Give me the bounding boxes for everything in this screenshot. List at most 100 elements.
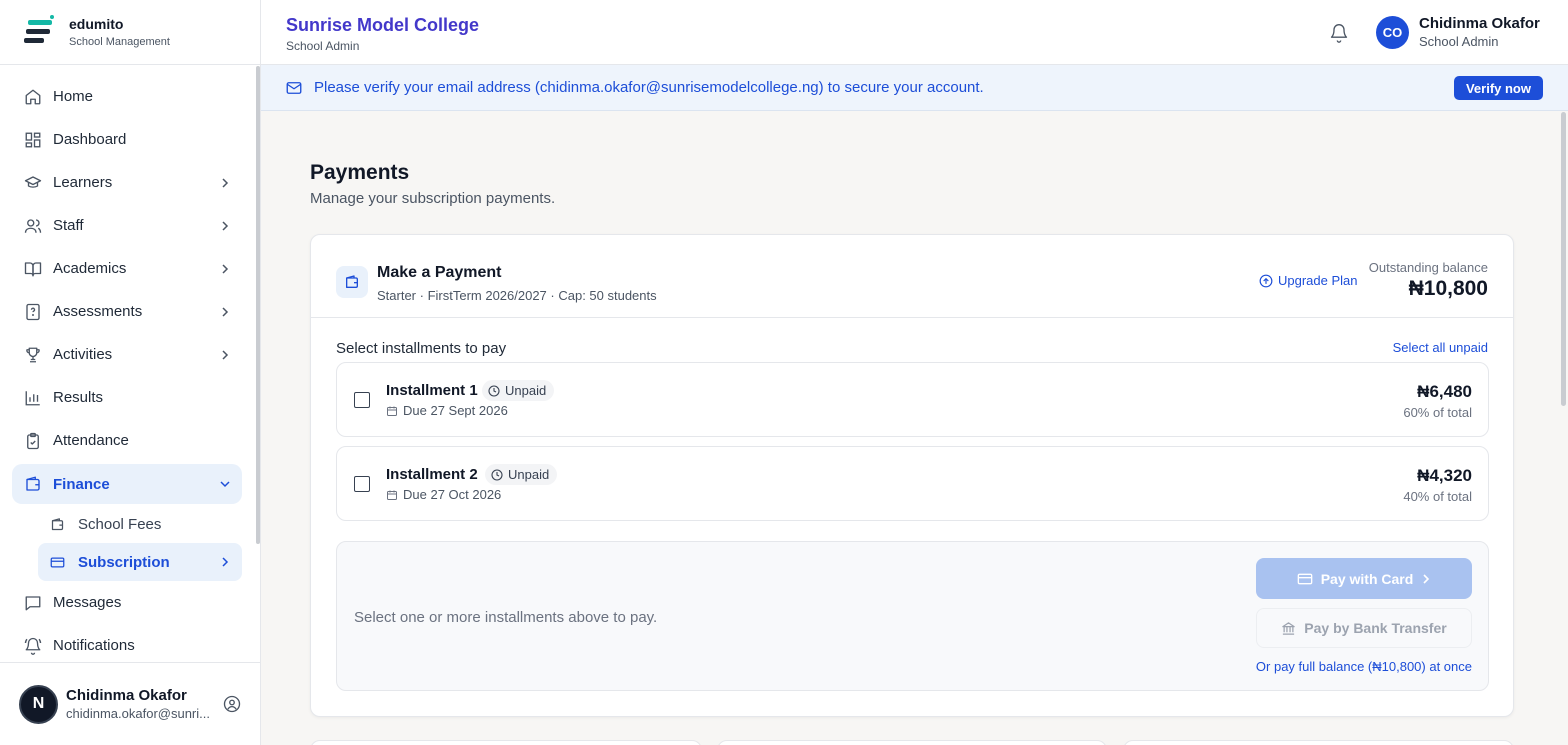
- pay-full-balance-link[interactable]: Or pay full balance (₦10,800) at once: [1256, 659, 1472, 674]
- sidebar-user-profile[interactable]: N Chidinma Okafor chidinma.okafor@sunri.…: [0, 662, 260, 745]
- sidebar-subitem-subscription[interactable]: Subscription: [38, 543, 242, 581]
- sidebar-item-label: Results: [53, 389, 104, 406]
- pay-with-card-label: Pay with Card: [1320, 570, 1414, 587]
- sidebar-subitem-school-fees[interactable]: School Fees: [38, 505, 242, 543]
- sidebar-item-notifications[interactable]: Notifications: [0, 624, 260, 667]
- chevron-right-icon: [222, 306, 229, 317]
- sidebar-nav: Home Dashboard Learners Staff Academics …: [0, 65, 260, 667]
- installment-checkbox[interactable]: [354, 392, 370, 408]
- sidebar-subitem-label: School Fees: [78, 515, 162, 533]
- sidebar-item-messages[interactable]: Messages: [0, 581, 260, 624]
- card-header: Make a Payment Starter · FirstTerm 2026/…: [311, 235, 1513, 318]
- chevron-right-icon: [1423, 573, 1430, 584]
- installment-checkbox[interactable]: [354, 476, 370, 492]
- main-scrollbar[interactable]: [1561, 112, 1566, 406]
- brand-subtitle: School Management: [69, 36, 170, 48]
- sidebar-item-label: Home: [53, 88, 94, 105]
- sidebar-item-activities[interactable]: Activities: [0, 333, 260, 376]
- mail-icon: [286, 81, 302, 94]
- installment-row[interactable]: Installment 2 Unpaid Due 27 Oct 2026 ₦4,…: [336, 446, 1489, 521]
- message-square-icon: [24, 594, 42, 612]
- chevron-right-icon: [222, 263, 229, 274]
- verify-now-button[interactable]: Verify now: [1453, 76, 1543, 100]
- status-badge: Unpaid: [485, 464, 558, 485]
- calendar-icon: [387, 406, 397, 416]
- wallet-icon: [336, 266, 368, 298]
- chevron-down-icon: [220, 481, 230, 488]
- page-subtitle: Manage your subscription payments.: [310, 190, 556, 207]
- chevron-right-icon: [222, 349, 229, 360]
- sidebar-item-staff[interactable]: Staff: [0, 204, 260, 247]
- home-icon: [24, 88, 42, 106]
- bell-ring-icon: [24, 637, 42, 655]
- users-icon: [24, 217, 42, 235]
- sidebar-item-label: Notifications: [53, 637, 135, 654]
- trophy-icon: [24, 346, 42, 364]
- brand[interactable]: edumito School Management: [0, 0, 260, 65]
- wallet-icon: [24, 475, 42, 493]
- avatar[interactable]: CO: [1376, 16, 1409, 49]
- file-question-icon: [24, 303, 42, 321]
- payment-actions-panel: Select one or more installments above to…: [336, 541, 1489, 691]
- pay-by-bank-transfer-button[interactable]: Pay by Bank Transfer: [1256, 608, 1472, 648]
- header-user-name: Chidinma Okafor: [1419, 15, 1540, 32]
- summary-card: [310, 740, 702, 745]
- sidebar-item-label: Messages: [53, 594, 122, 611]
- summary-card: [717, 740, 1107, 745]
- installment-amount: ₦4,320: [1417, 466, 1472, 485]
- verify-email-banner: Please verify your email address (chidin…: [261, 65, 1568, 111]
- sidebar-item-home[interactable]: Home: [0, 75, 260, 118]
- plan-summary: Starter · FirstTerm 2026/2027 · Cap: 50 …: [377, 288, 657, 303]
- card-title: Make a Payment: [377, 264, 502, 281]
- banner-text: Please verify your email address (chidin…: [314, 79, 984, 96]
- upgrade-plan-link[interactable]: Upgrade Plan: [1259, 273, 1358, 288]
- sidebar-item-assessments[interactable]: Assessments: [0, 290, 260, 333]
- sidebar-item-academics[interactable]: Academics: [0, 247, 260, 290]
- sidebar-item-finance[interactable]: Finance: [12, 464, 242, 504]
- page-title: Payments: [310, 161, 410, 184]
- select-installments-label: Select installments to pay: [336, 340, 507, 357]
- top-header: Sunrise Model College School Admin CO Ch…: [261, 0, 1568, 65]
- clipboard-check-icon: [24, 432, 42, 450]
- chevron-right-icon: [222, 557, 229, 567]
- pay-hint: Select one or more installments above to…: [354, 609, 658, 626]
- user-circle-icon[interactable]: [223, 695, 241, 713]
- sidebar-item-label: Assessments: [53, 303, 143, 320]
- credit-card-icon: [50, 554, 66, 570]
- sidebar-item-label: Activities: [53, 346, 113, 363]
- bar-chart-icon: [24, 389, 42, 407]
- sidebar: edumito School Management Home Dashboard…: [0, 0, 261, 745]
- header-user[interactable]: Chidinma Okafor School Admin: [1419, 15, 1540, 49]
- installment-due-date: Due 27 Sept 2026: [403, 403, 508, 418]
- sidebar-subitem-label: Subscription: [78, 553, 170, 571]
- installment-name: Installment 1: [386, 382, 478, 399]
- pay-by-bank-transfer-label: Pay by Bank Transfer: [1304, 620, 1447, 636]
- sidebar-item-label: Dashboard: [53, 131, 127, 148]
- dashboard-icon: [24, 131, 42, 149]
- credit-card-icon: [1297, 573, 1313, 584]
- status-badge-label: Unpaid: [508, 467, 550, 482]
- sidebar-item-label: Staff: [53, 217, 84, 234]
- sidebar-item-results[interactable]: Results: [0, 376, 260, 419]
- bell-icon[interactable]: [1329, 23, 1349, 43]
- sidebar-user-email: chidinma.okafor@sunri...: [66, 706, 210, 721]
- chevron-right-icon: [222, 220, 229, 231]
- installment-due: Due 27 Oct 2026: [386, 487, 501, 502]
- select-all-unpaid-link[interactable]: Select all unpaid: [1393, 340, 1488, 355]
- installment-percent: 40% of total: [1403, 489, 1472, 504]
- sidebar-item-dashboard[interactable]: Dashboard: [0, 118, 260, 161]
- book-open-icon: [24, 260, 42, 278]
- chevron-right-icon: [222, 177, 229, 188]
- installment-due: Due 27 Sept 2026: [386, 403, 508, 418]
- sidebar-scrollbar[interactable]: [256, 66, 260, 544]
- pay-with-card-button[interactable]: Pay with Card: [1256, 558, 1472, 599]
- installment-name: Installment 2: [386, 466, 478, 483]
- installment-row[interactable]: Installment 1 Unpaid Due 27 Sept 2026 ₦6…: [336, 362, 1489, 437]
- sidebar-item-learners[interactable]: Learners: [0, 161, 260, 204]
- sidebar-item-attendance[interactable]: Attendance: [0, 419, 260, 462]
- school-name: Sunrise Model College: [286, 15, 480, 35]
- sidebar-item-label: Finance: [53, 475, 110, 493]
- sidebar-item-label: Attendance: [53, 432, 129, 449]
- sidebar-item-label: Learners: [53, 174, 113, 191]
- clock-icon: [488, 384, 500, 397]
